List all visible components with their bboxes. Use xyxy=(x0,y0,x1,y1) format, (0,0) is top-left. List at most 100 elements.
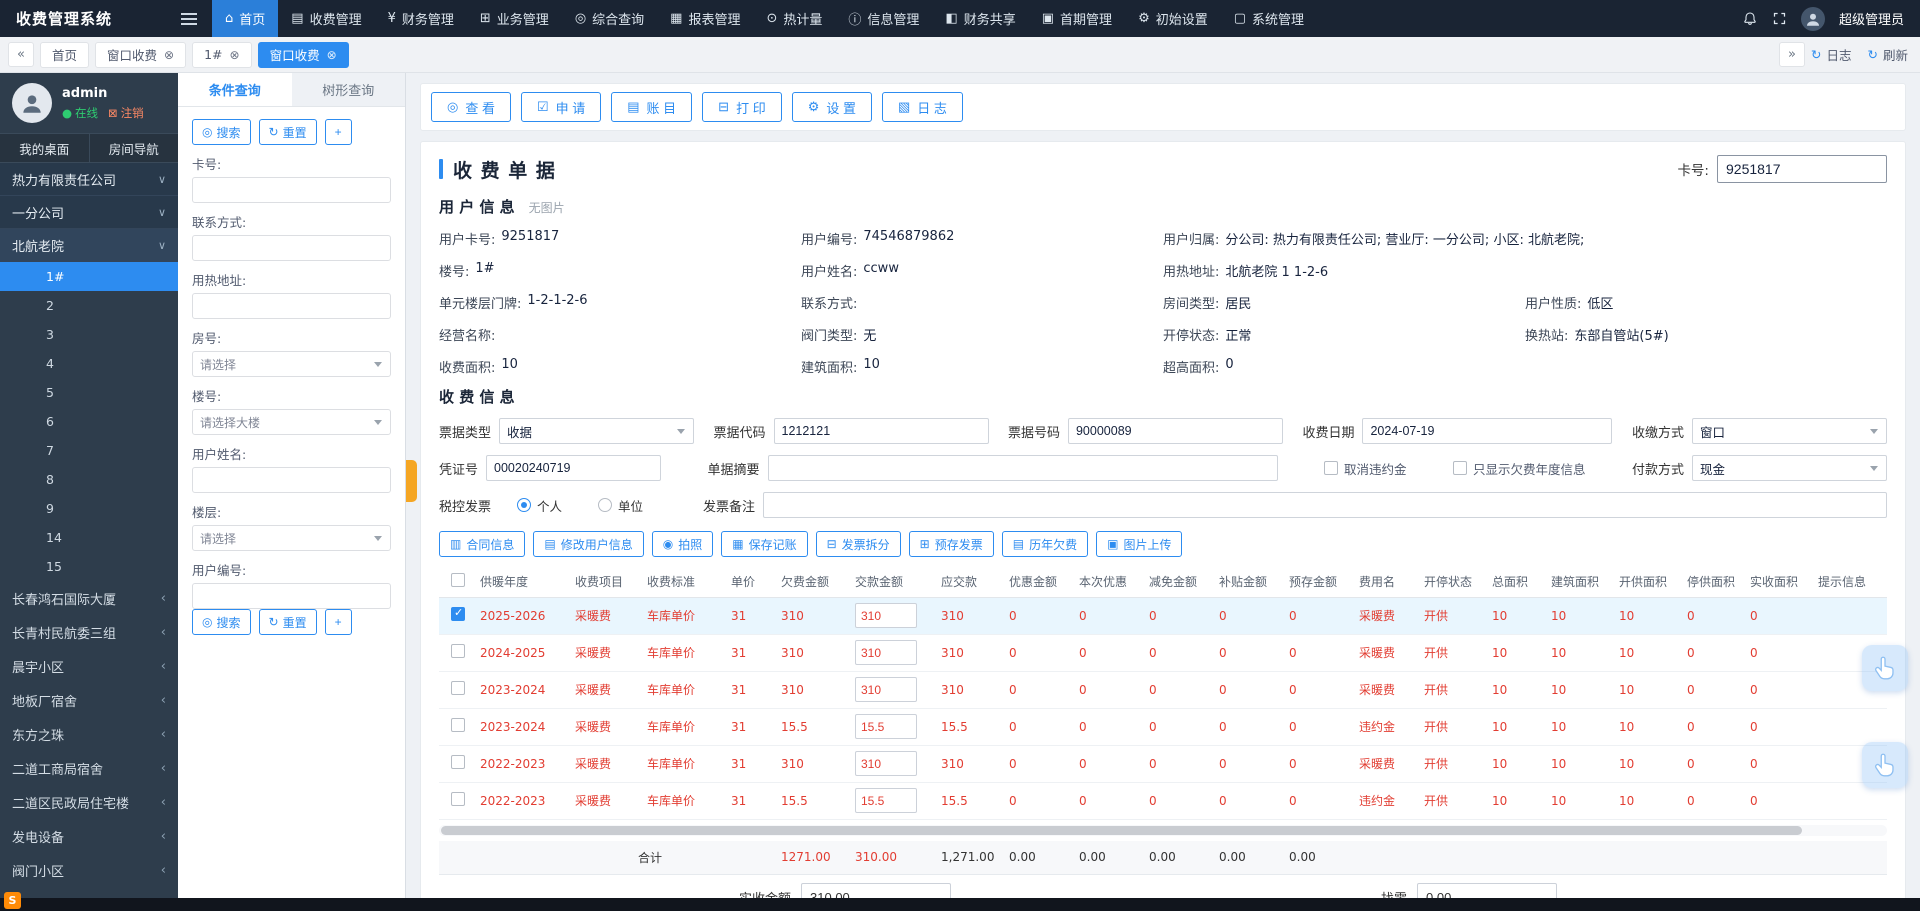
nav-item-heat[interactable]: ⊙热计量 xyxy=(753,0,835,37)
print-button[interactable]: ⊟打 印 xyxy=(702,92,782,122)
sidebar-tab-1[interactable]: 房间导航 xyxy=(89,134,179,162)
receipt-type-select[interactable]: 收据 xyxy=(499,418,694,444)
close-icon[interactable]: ⊗ xyxy=(327,48,337,62)
row-checkbox[interactable] xyxy=(451,644,465,658)
save-button[interactable]: ▦保存记账 xyxy=(721,531,807,557)
close-icon[interactable]: ⊗ xyxy=(230,48,240,62)
sidebar-group-2[interactable]: 晨宇小区‹ xyxy=(0,649,178,683)
nav-item-business[interactable]: ⊞业务管理 xyxy=(467,0,562,37)
tree-leaf-8[interactable]: 9 xyxy=(0,494,178,523)
receipt-code-input[interactable] xyxy=(774,418,989,444)
logout-button[interactable]: ⊠注销 xyxy=(108,105,144,121)
tab-home[interactable]: 首页 xyxy=(40,42,89,68)
row-checkbox[interactable] xyxy=(451,718,465,732)
tree-leaf-3[interactable]: 4 xyxy=(0,349,178,378)
nav-item-home[interactable]: ⌂首页 xyxy=(212,0,278,37)
ime-indicator-icon[interactable]: S xyxy=(4,892,21,909)
user-avatar[interactable] xyxy=(1801,7,1825,31)
tabbar-action-log[interactable]: ↻日志 xyxy=(1811,45,1852,64)
row-checkbox[interactable] xyxy=(451,681,465,695)
personal-radio[interactable] xyxy=(517,498,531,512)
tab-building-1[interactable]: 1#⊗ xyxy=(192,42,252,68)
fee-date-input[interactable] xyxy=(1362,418,1612,444)
row-checkbox[interactable] xyxy=(451,755,465,769)
nav-item-fee[interactable]: ▤收费管理 xyxy=(278,0,374,37)
tab-window-fee-2[interactable]: 窗口收费⊗ xyxy=(258,42,349,68)
contact-input[interactable] xyxy=(192,235,391,261)
nav-item-finance[interactable]: ¥财务管理 xyxy=(375,0,467,37)
invoice-split-button[interactable]: ⊟发票拆分 xyxy=(816,531,901,557)
history-arrears-button[interactable]: ▤历年欠费 xyxy=(1002,531,1088,557)
receipt-no-input[interactable] xyxy=(1068,418,1283,444)
tab-window-fee-1[interactable]: 窗口收费⊗ xyxy=(95,42,186,68)
search-button[interactable]: ◎搜索 xyxy=(192,119,251,145)
apply-button[interactable]: ☑申 请 xyxy=(521,92,601,122)
tabs-scroll-left-button[interactable]: « xyxy=(8,42,34,67)
company-radio[interactable] xyxy=(598,498,612,512)
sidebar-group-1[interactable]: 长青村民航委三组‹ xyxy=(0,615,178,649)
tabs-scroll-right-button[interactable]: » xyxy=(1779,42,1805,67)
tabbar-action-refresh[interactable]: ↻刷新 xyxy=(1868,45,1909,64)
sidebar-group-7[interactable]: 发电设备‹ xyxy=(0,819,178,853)
scrollbar-thumb[interactable] xyxy=(441,826,1802,835)
sidebar-group-0[interactable]: 长春鸿石国际大厦‹ xyxy=(0,581,178,615)
pay-amount-input[interactable] xyxy=(855,788,917,813)
log-button[interactable]: ▧日 志 xyxy=(882,92,963,122)
nav-item-share[interactable]: ◧财务共享 xyxy=(932,0,1028,37)
reset-button[interactable]: ↻重置 xyxy=(259,609,317,635)
reset-button[interactable]: ↻重置 xyxy=(259,119,317,145)
view-button[interactable]: ◎查 看 xyxy=(431,92,511,122)
sidebar-tab-0[interactable]: 我的桌面 xyxy=(0,134,89,162)
tree-node-company[interactable]: 热力有限责任公司∨ xyxy=(0,163,178,196)
nav-item-system[interactable]: ▢系统管理 xyxy=(1221,0,1317,37)
pay-mode-select[interactable]: 现金 xyxy=(1692,455,1887,481)
photo-button[interactable]: ◉拍照 xyxy=(652,531,714,557)
pay-amount-input[interactable] xyxy=(855,751,917,776)
address-input[interactable] xyxy=(192,293,391,319)
nav-item-info[interactable]: ⓘ信息管理 xyxy=(835,0,932,37)
pay-amount-input[interactable] xyxy=(855,714,917,739)
nav-item-report[interactable]: ▦报表管理 xyxy=(657,0,753,37)
tree-leaf-0[interactable]: 1# xyxy=(0,262,178,291)
pay-amount-input[interactable] xyxy=(855,677,917,702)
bell-icon[interactable] xyxy=(1742,11,1758,27)
floor-select[interactable]: 请选择 xyxy=(192,525,391,551)
username-input[interactable] xyxy=(192,467,391,493)
row-checkbox[interactable] xyxy=(451,607,465,621)
menu-toggle-button[interactable] xyxy=(172,0,206,37)
tree-leaf-7[interactable]: 8 xyxy=(0,465,178,494)
tree-leaf-10[interactable]: 15 xyxy=(0,552,178,581)
row-checkbox[interactable] xyxy=(451,792,465,806)
search-button[interactable]: ◎搜索 xyxy=(192,609,251,635)
prestore-invoice-button[interactable]: ⊞预存发票 xyxy=(909,531,994,557)
card-number-input[interactable] xyxy=(1717,155,1887,183)
tree-leaf-6[interactable]: 7 xyxy=(0,436,178,465)
sidebar-group-3[interactable]: 地板厂宿舍‹ xyxy=(0,683,178,717)
query-tab-condition[interactable]: 条件查询 xyxy=(178,73,292,106)
cancel-penalty-checkbox[interactable] xyxy=(1324,461,1338,475)
sidebar-group-8[interactable]: 阀门小区‹ xyxy=(0,853,178,887)
only-arrears-checkbox[interactable] xyxy=(1453,461,1467,475)
select-all-checkbox[interactable] xyxy=(451,573,465,587)
tree-node-branch[interactable]: 一分公司∨ xyxy=(0,196,178,229)
contract-button[interactable]: ▥合同信息 xyxy=(439,531,525,557)
sidebar-group-6[interactable]: 二道区民政局住宅楼‹ xyxy=(0,785,178,819)
sidebar-group-4[interactable]: 东方之珠‹ xyxy=(0,717,178,751)
admin-avatar[interactable] xyxy=(12,83,52,123)
tree-node-community[interactable]: 北航老院∨ xyxy=(0,229,178,262)
room-select[interactable]: 请选择 xyxy=(192,351,391,377)
pay-amount-input[interactable] xyxy=(855,603,917,628)
close-icon[interactable]: ⊗ xyxy=(164,48,174,62)
tree-leaf-5[interactable]: 6 xyxy=(0,407,178,436)
fullscreen-icon[interactable] xyxy=(1772,11,1787,26)
tree-leaf-2[interactable]: 3 xyxy=(0,320,178,349)
settings-button[interactable]: ⚙设 置 xyxy=(792,92,872,122)
panel-collapse-handle[interactable] xyxy=(406,460,417,502)
account-button[interactable]: ▤账 目 xyxy=(611,92,692,122)
tree-leaf-1[interactable]: 2 xyxy=(0,291,178,320)
query-tab-tree[interactable]: 树形查询 xyxy=(292,73,406,106)
add-button[interactable]: + xyxy=(325,609,352,635)
tree-leaf-4[interactable]: 5 xyxy=(0,378,178,407)
nav-item-query[interactable]: ◎综合查询 xyxy=(562,0,657,37)
user-role-label[interactable]: 超级管理员 xyxy=(1839,9,1904,28)
